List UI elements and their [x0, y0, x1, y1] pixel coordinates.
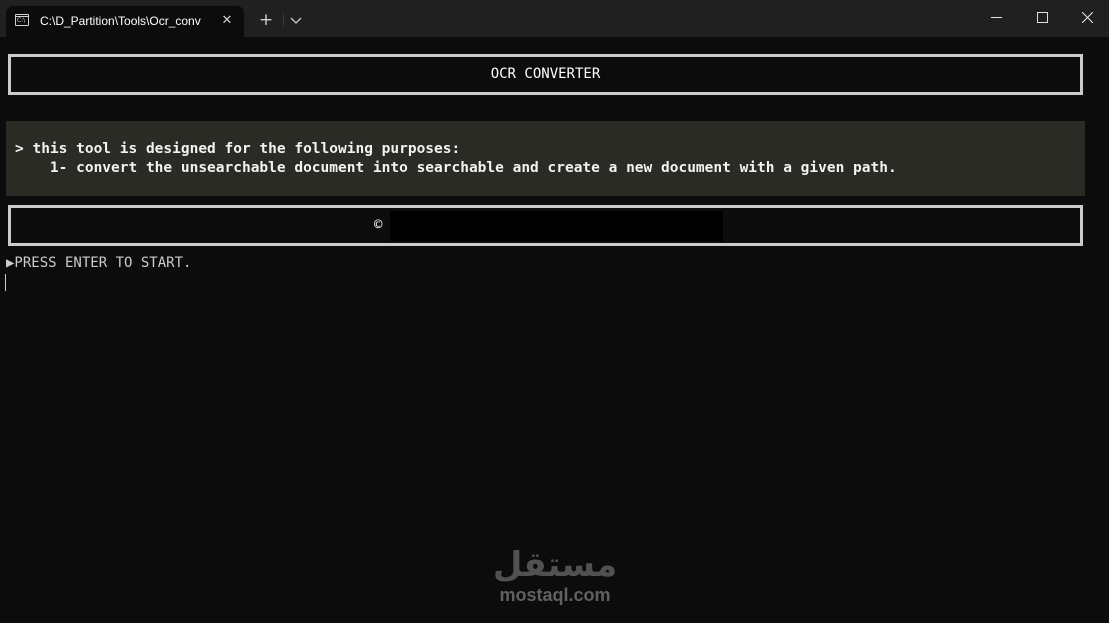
terminal-icon: C:\: [15, 14, 29, 26]
text-cursor: [5, 274, 6, 291]
tab-title: C:\D_Partition\Tools\Ocr_conv: [40, 14, 201, 28]
redacted-block: [390, 211, 723, 241]
watermark-arabic: مستقل: [492, 545, 618, 585]
tab-divider: [283, 13, 284, 27]
title-bar: C:\ C:\D_Partition\Tools\Ocr_conv ✕ +: [0, 0, 1109, 37]
close-window-button[interactable]: [1064, 0, 1109, 34]
terminal-tab[interactable]: C:\ C:\D_Partition\Tools\Ocr_conv ✕: [6, 6, 244, 37]
minimize-icon: [991, 17, 1002, 18]
copyright-box: ©: [8, 205, 1083, 246]
terminal-icon-text: C:\: [17, 17, 26, 24]
maximize-button[interactable]: [1019, 0, 1065, 34]
watermark-logo: مستقل mostaql.com: [470, 545, 640, 615]
tab-close-icon[interactable]: ✕: [218, 12, 236, 30]
start-prompt: ▶PRESS ENTER TO START.: [6, 255, 192, 271]
description-line: > this tool is designed for the followin…: [15, 141, 461, 157]
copyright-symbol: ©: [374, 217, 383, 233]
description-line: 1- convert the unsearchable document int…: [15, 160, 897, 176]
minimize-button[interactable]: [973, 0, 1019, 34]
new-tab-button[interactable]: +: [255, 9, 277, 31]
header-box: OCR CONVERTER: [8, 54, 1083, 95]
watermark-url: mostaql.com: [499, 585, 611, 605]
maximize-icon: [1037, 12, 1048, 23]
app-title: OCR CONVERTER: [490, 66, 601, 82]
description-panel: > this tool is designed for the followin…: [6, 121, 1085, 196]
chevron-down-icon[interactable]: [287, 9, 305, 31]
close-icon: [1082, 12, 1093, 23]
console-output[interactable]: OCR CONVERTER > this tool is designed fo…: [0, 37, 1109, 623]
